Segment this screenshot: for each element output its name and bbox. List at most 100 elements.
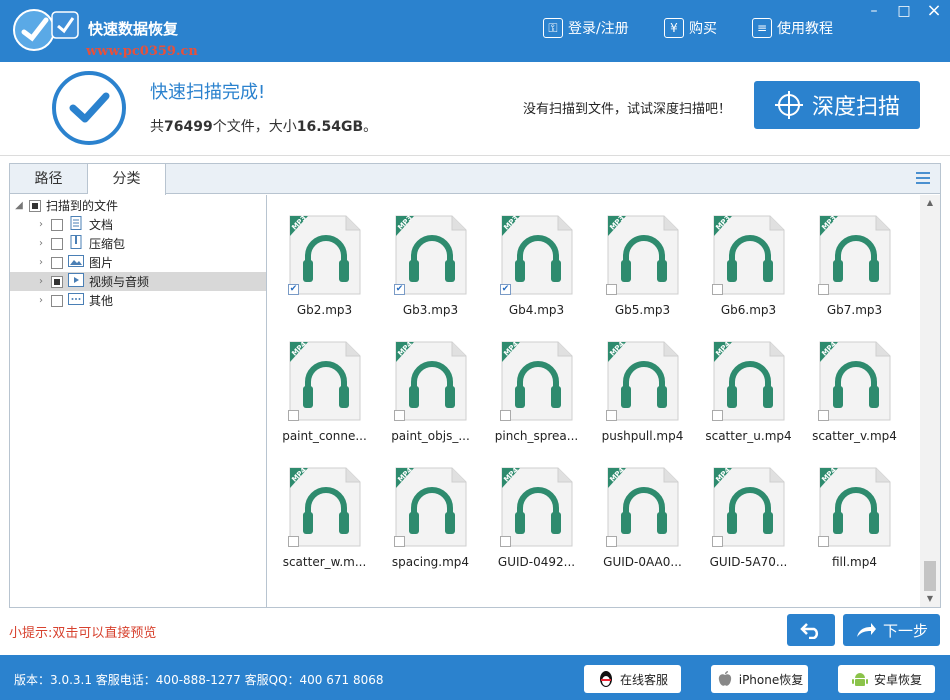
file-item[interactable]: MP4 fill.mp4 bbox=[802, 453, 902, 573]
file-checkbox[interactable] bbox=[394, 536, 405, 547]
iphone-recovery-button[interactable]: iPhone恢复 bbox=[711, 665, 808, 693]
scroll-thumb[interactable] bbox=[924, 561, 936, 591]
undo-arrow-icon bbox=[800, 623, 819, 639]
file-checkbox[interactable] bbox=[818, 536, 829, 547]
version-contact-info: 版本：3.0.3.1 客服电话：400-888-1277 客服QQ：400 67… bbox=[14, 673, 384, 687]
scroll-down-arrow-icon[interactable]: ▼ bbox=[920, 591, 940, 607]
file-checkbox[interactable] bbox=[394, 410, 405, 421]
file-item[interactable]: MP4 scatter_w.m... bbox=[272, 453, 372, 573]
file-checkbox[interactable]: ✔ bbox=[288, 284, 299, 295]
android-icon bbox=[851, 673, 868, 686]
file-checkbox[interactable] bbox=[500, 410, 511, 421]
collapse-arrow-icon[interactable]: ◢ bbox=[14, 200, 24, 211]
buy-button[interactable]: ¥ 购买 bbox=[664, 16, 717, 40]
file-checkbox[interactable]: ✔ bbox=[394, 284, 405, 295]
vertical-scrollbar[interactable]: ▲ ▼ bbox=[920, 195, 940, 607]
key-icon: ⚿ bbox=[543, 18, 563, 38]
online-service-button[interactable]: 在线客服 bbox=[584, 665, 681, 693]
file-checkbox[interactable] bbox=[500, 536, 511, 547]
image-icon bbox=[68, 254, 89, 271]
next-step-button[interactable]: 下一步 bbox=[843, 614, 940, 646]
tree-root-label: 扫描到的文件 bbox=[46, 199, 119, 213]
tutorial-button[interactable]: ≡ 使用教程 bbox=[752, 16, 833, 40]
deep-scan-button[interactable]: 深度扫描 bbox=[754, 81, 920, 129]
app-title: 快速数据恢复 bbox=[88, 20, 179, 38]
file-item[interactable]: MP4 GUID-0AA0... bbox=[590, 453, 690, 573]
tab-category[interactable]: 分类 bbox=[88, 164, 166, 195]
file-item[interactable]: MP4 paint_objs_... bbox=[378, 327, 478, 447]
file-checkbox[interactable] bbox=[288, 410, 299, 421]
category-tree: ◢ 扫描到的文件 › 文档 › 压缩包 › 图片 › 视频与音频 › 其他 bbox=[10, 195, 267, 607]
file-checkbox[interactable] bbox=[606, 410, 617, 421]
watermark-text: www.pc0359.cn bbox=[86, 44, 198, 59]
close-button[interactable]: × bbox=[924, 2, 944, 20]
scroll-up-arrow-icon[interactable]: ▲ bbox=[920, 195, 940, 211]
file-name: paint_objs_... bbox=[391, 429, 470, 443]
file-checkbox[interactable] bbox=[606, 536, 617, 547]
tree-item-checkbox[interactable] bbox=[51, 218, 63, 231]
online-service-label: 在线客服 bbox=[619, 672, 668, 687]
media-icon bbox=[68, 273, 89, 290]
tab-bar: 路径 分类 bbox=[10, 164, 940, 195]
file-checkbox[interactable] bbox=[288, 536, 299, 547]
file-checkbox[interactable] bbox=[712, 536, 723, 547]
file-checkbox[interactable] bbox=[818, 410, 829, 421]
file-item[interactable]: MP4 paint_conne... bbox=[272, 327, 372, 447]
file-name: paint_conne... bbox=[282, 429, 367, 443]
tree-item[interactable]: › 视频与音频 bbox=[10, 272, 266, 291]
crosshair-icon bbox=[774, 91, 803, 119]
tree-item-checkbox[interactable] bbox=[51, 294, 63, 307]
tree-item-label: 视频与音频 bbox=[89, 275, 150, 289]
tree-item[interactable]: › 文档 bbox=[10, 215, 266, 234]
file-count: 76499 bbox=[164, 119, 213, 135]
file-item[interactable]: MP4 pushpull.mp4 bbox=[590, 327, 690, 447]
file-item[interactable]: MP3 Gb6.mp3 bbox=[696, 201, 796, 321]
back-button[interactable] bbox=[787, 614, 835, 646]
tree-item[interactable]: › 其他 bbox=[10, 291, 266, 310]
tab-path[interactable]: 路径 bbox=[10, 164, 88, 194]
minimize-button[interactable]: – bbox=[864, 2, 884, 20]
file-item[interactable]: MP4 pinch_sprea... bbox=[484, 327, 584, 447]
file-checkbox[interactable] bbox=[712, 284, 723, 295]
file-item[interactable]: MP4 GUID-0492... bbox=[484, 453, 584, 573]
apple-icon bbox=[718, 671, 731, 686]
file-item[interactable]: MP3 ✔ Gb3.mp3 bbox=[378, 201, 478, 321]
stats-mid: 个文件，大小 bbox=[212, 119, 297, 135]
file-checkbox[interactable] bbox=[606, 284, 617, 295]
file-item[interactable]: MP3 ✔ Gb2.mp3 bbox=[272, 201, 372, 321]
tree-item-checkbox[interactable] bbox=[51, 275, 63, 288]
total-size: 16.54GB bbox=[296, 119, 364, 135]
maximize-button[interactable]: □ bbox=[894, 2, 914, 20]
tree-item-checkbox[interactable] bbox=[51, 256, 63, 269]
expand-arrow-icon[interactable]: › bbox=[36, 295, 46, 306]
file-item[interactable]: MP4 spacing.mp4 bbox=[378, 453, 478, 573]
tree-root[interactable]: ◢ 扫描到的文件 bbox=[10, 196, 266, 215]
login-register-button[interactable]: ⚿ 登录/注册 bbox=[543, 16, 629, 40]
buy-label: 购买 bbox=[689, 21, 717, 37]
main-panel: 路径 分类 ◢ 扫描到的文件 › 文档 › 压缩包 › 图片 › 视频与音频 › 其他 MP3 ✔ G… bbox=[9, 163, 941, 608]
file-name: pushpull.mp4 bbox=[601, 429, 684, 443]
tree-item-checkbox[interactable] bbox=[51, 237, 63, 250]
list-menu-icon[interactable] bbox=[916, 172, 930, 184]
expand-arrow-icon[interactable]: › bbox=[36, 276, 46, 287]
file-item[interactable]: MP3 Gb5.mp3 bbox=[590, 201, 690, 321]
tree-item[interactable]: › 图片 bbox=[10, 253, 266, 272]
file-item[interactable]: MP3 ✔ Gb4.mp3 bbox=[484, 201, 584, 321]
root-checkbox[interactable] bbox=[29, 199, 41, 212]
expand-arrow-icon[interactable]: › bbox=[36, 219, 46, 230]
stats-suffix: 。 bbox=[363, 119, 378, 135]
file-grid: MP3 ✔ Gb2.mp3 MP3 ✔ Gb3.mp3 MP3 ✔ Gb4.mp3 MP3 Gb5.… bbox=[268, 195, 920, 607]
file-item[interactable]: MP4 GUID-5A70... bbox=[696, 453, 796, 573]
file-checkbox[interactable] bbox=[818, 284, 829, 295]
expand-arrow-icon[interactable]: › bbox=[36, 238, 46, 249]
file-checkbox[interactable]: ✔ bbox=[500, 284, 511, 295]
android-recovery-button[interactable]: 安卓恢复 bbox=[838, 665, 935, 693]
file-checkbox[interactable] bbox=[712, 410, 723, 421]
expand-arrow-icon[interactable]: › bbox=[36, 257, 46, 268]
archive-icon bbox=[68, 235, 89, 252]
file-item[interactable]: MP4 scatter_v.mp4 bbox=[802, 327, 902, 447]
deep-scan-label: 深度扫描 bbox=[811, 95, 900, 120]
file-item[interactable]: MP3 Gb7.mp3 bbox=[802, 201, 902, 321]
file-item[interactable]: MP4 scatter_u.mp4 bbox=[696, 327, 796, 447]
tree-item[interactable]: › 压缩包 bbox=[10, 234, 266, 253]
